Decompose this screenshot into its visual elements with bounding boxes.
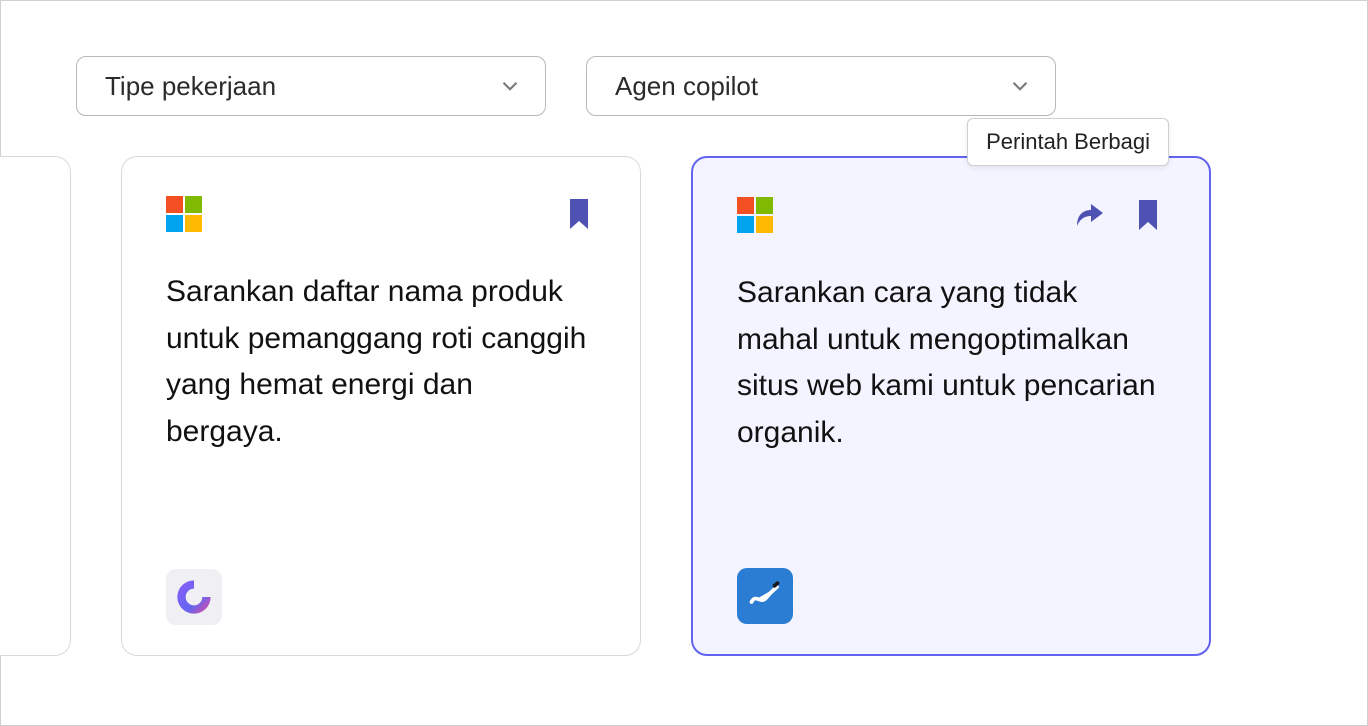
- card-header: [737, 196, 1165, 234]
- microsoft-logo-icon: [737, 197, 773, 233]
- bookmark-button[interactable]: [1131, 198, 1165, 232]
- filter-row: Tipe pekerjaan Agen copilot: [1, 1, 1367, 116]
- chevron-down-icon: [497, 73, 523, 99]
- whiteboard-icon: [747, 578, 783, 614]
- bookmark-button[interactable]: [562, 197, 596, 231]
- app-badge-whiteboard: [737, 568, 793, 624]
- dropdown-agent-label: Agen copilot: [615, 71, 758, 102]
- prompt-text: Sarankan cara yang tidak mahal untuk men…: [737, 270, 1165, 568]
- chevron-down-icon: [1007, 73, 1033, 99]
- cards-row: Sarankan daftar nama produk untuk pemang…: [0, 116, 1367, 656]
- bookmark-icon: [567, 199, 591, 229]
- app-badge-loop: [166, 569, 222, 625]
- prompt-text: Sarankan daftar nama produk untuk pemang…: [166, 269, 596, 569]
- dropdown-job-type-label: Tipe pekerjaan: [105, 71, 276, 102]
- dropdown-job-type[interactable]: Tipe pekerjaan: [76, 56, 546, 116]
- prompt-card-selected[interactable]: Perintah Berbagi Sarankan cara yang tida…: [691, 156, 1211, 656]
- prompt-card-partial[interactable]: [0, 156, 71, 656]
- dropdown-agent[interactable]: Agen copilot: [586, 56, 1056, 116]
- card-header: [166, 195, 596, 233]
- share-icon: [1075, 201, 1105, 229]
- bookmark-icon: [1136, 200, 1160, 230]
- share-tooltip: Perintah Berbagi: [967, 118, 1169, 166]
- prompt-card[interactable]: Sarankan daftar nama produk untuk pemang…: [121, 156, 641, 656]
- loop-icon: [174, 577, 214, 617]
- share-button[interactable]: [1073, 198, 1107, 232]
- microsoft-logo-icon: [166, 196, 202, 232]
